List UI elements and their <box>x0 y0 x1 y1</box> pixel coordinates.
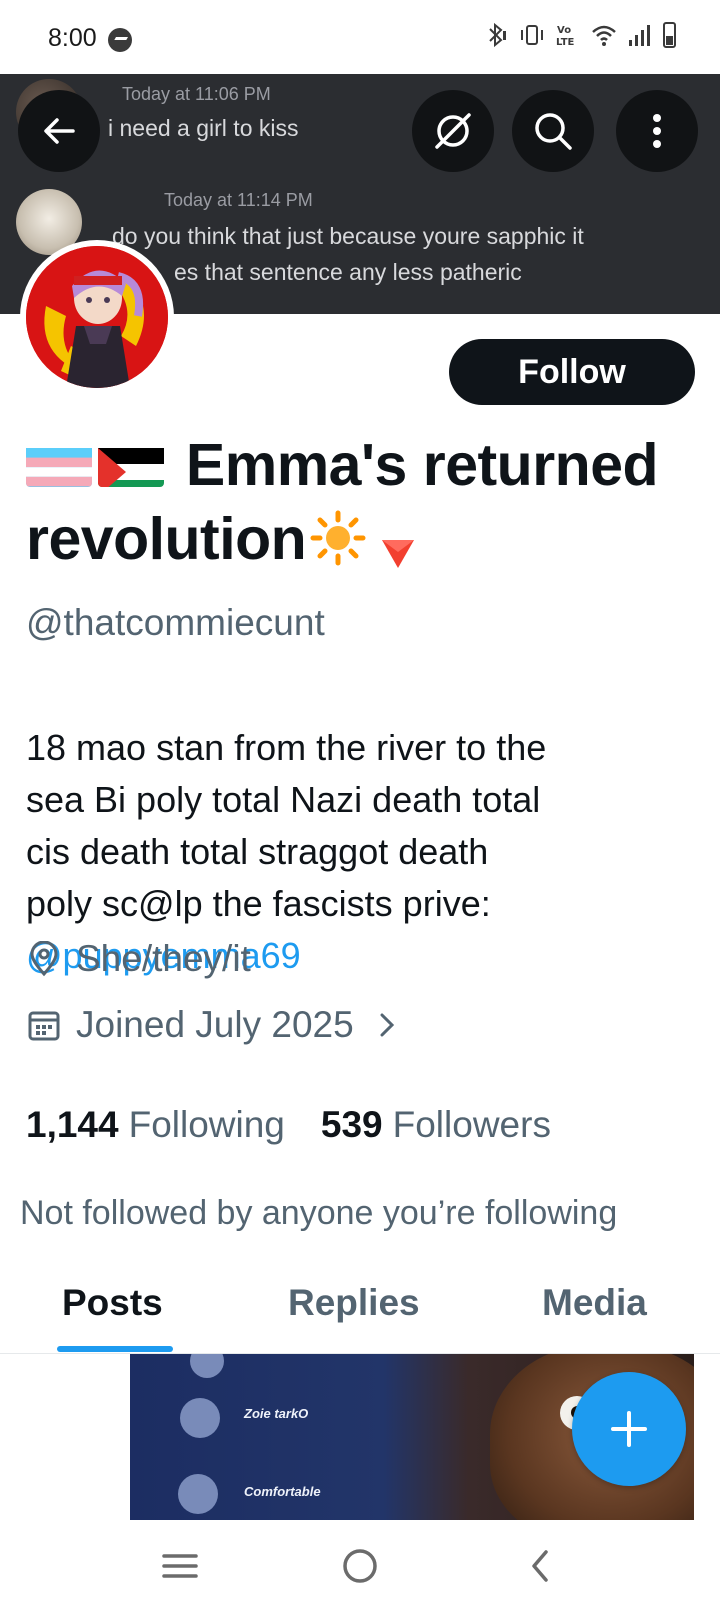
system-back-button[interactable] <box>516 1542 564 1590</box>
active-tab-indicator <box>57 1346 173 1352</box>
pronouns-text: She/they/it <box>76 938 251 979</box>
profile-joined-date[interactable]: Joined July 2025 <box>26 1004 398 1046</box>
following-link[interactable]: 1,144 Following <box>26 1104 285 1146</box>
chat-timestamp: Today at 11:06 PM <box>122 84 271 104</box>
followers-link[interactable]: 539 Followers <box>321 1104 551 1146</box>
bio-text: 18 mao stan from the river to the sea Bi… <box>26 727 547 924</box>
followers-count: 539 <box>320 1104 383 1145</box>
wifi-icon <box>591 22 617 48</box>
media-avatar-dot <box>180 1398 220 1438</box>
chevron-right-icon <box>380 1013 394 1037</box>
palestine-flag-icon <box>98 439 164 488</box>
display-name-text: Emma's returned <box>185 432 659 498</box>
menu-lines-icon <box>162 1554 198 1578</box>
vibrate-icon <box>519 22 545 48</box>
search-button[interactable] <box>512 90 594 172</box>
calendar-icon <box>28 1011 60 1041</box>
home-button[interactable] <box>336 1542 384 1590</box>
svg-text:LTE: LTE <box>556 37 575 48</box>
chat-message: i need a girl to kiss <box>108 115 299 141</box>
follow-button[interactable]: Follow <box>449 339 695 405</box>
profile-tabs: Posts Replies Media <box>0 1252 720 1354</box>
more-vertical-icon <box>653 114 661 148</box>
battery-icon <box>663 22 676 48</box>
follow-stats: 1,144 Following 539 Followers <box>26 1104 551 1146</box>
status-time: 8:00 <box>48 24 97 52</box>
joined-text: Joined July 2025 <box>76 1004 354 1045</box>
chat-message: es that sentence any less patheric <box>174 259 522 285</box>
profile-handle: @thatcommiecunt <box>26 602 325 643</box>
signal-icon <box>627 22 653 48</box>
messenger-icon <box>108 28 132 52</box>
following-label: Following <box>128 1104 285 1145</box>
location-pin-icon <box>30 941 58 977</box>
red-triangle-icon <box>378 515 418 569</box>
media-text: Zoie tarkO <box>244 1406 309 1421</box>
bluetooth-icon <box>483 22 509 48</box>
grok-button[interactable] <box>412 90 494 172</box>
tab-media[interactable]: Media <box>542 1282 647 1324</box>
home-circle-icon <box>343 1549 377 1583</box>
not-followed-notice: Not followed by anyone you’re following <box>20 1194 618 1232</box>
chevron-left-icon <box>532 1550 548 1582</box>
back-button[interactable] <box>18 90 100 172</box>
chat-message: do you think that just because youre sap… <box>112 223 584 249</box>
status-bar: 8:00 Vo LTE <box>0 0 720 74</box>
svg-text:Vo: Vo <box>557 25 571 36</box>
plus-icon <box>611 1411 647 1447</box>
system-navigation-bar <box>0 1520 720 1608</box>
search-icon <box>535 113 572 150</box>
more-options-button[interactable] <box>616 90 698 172</box>
following-count: 1,144 <box>26 1104 119 1145</box>
tab-replies[interactable]: Replies <box>288 1282 420 1324</box>
grok-icon <box>435 113 471 149</box>
volte-icon: Vo LTE <box>555 22 581 48</box>
recent-apps-button[interactable] <box>156 1542 204 1590</box>
avatar-image <box>26 246 168 388</box>
profile-display-name: Emma's returned revolution <box>26 428 706 576</box>
profile-location: She/they/it <box>26 938 251 980</box>
compose-button[interactable] <box>572 1372 686 1486</box>
media-text: Comfortable <box>244 1484 321 1499</box>
status-icons: Vo LTE <box>483 22 676 48</box>
back-arrow-icon <box>44 118 75 144</box>
media-avatar-dot <box>178 1474 218 1514</box>
display-name-text: revolution <box>26 506 307 572</box>
sun-icon <box>310 509 366 566</box>
transgender-flag-icon <box>26 439 92 488</box>
chat-timestamp: Today at 11:14 PM <box>164 190 313 210</box>
tab-posts[interactable]: Posts <box>62 1282 163 1324</box>
followers-label: Followers <box>392 1104 551 1145</box>
profile-avatar[interactable] <box>20 240 174 394</box>
